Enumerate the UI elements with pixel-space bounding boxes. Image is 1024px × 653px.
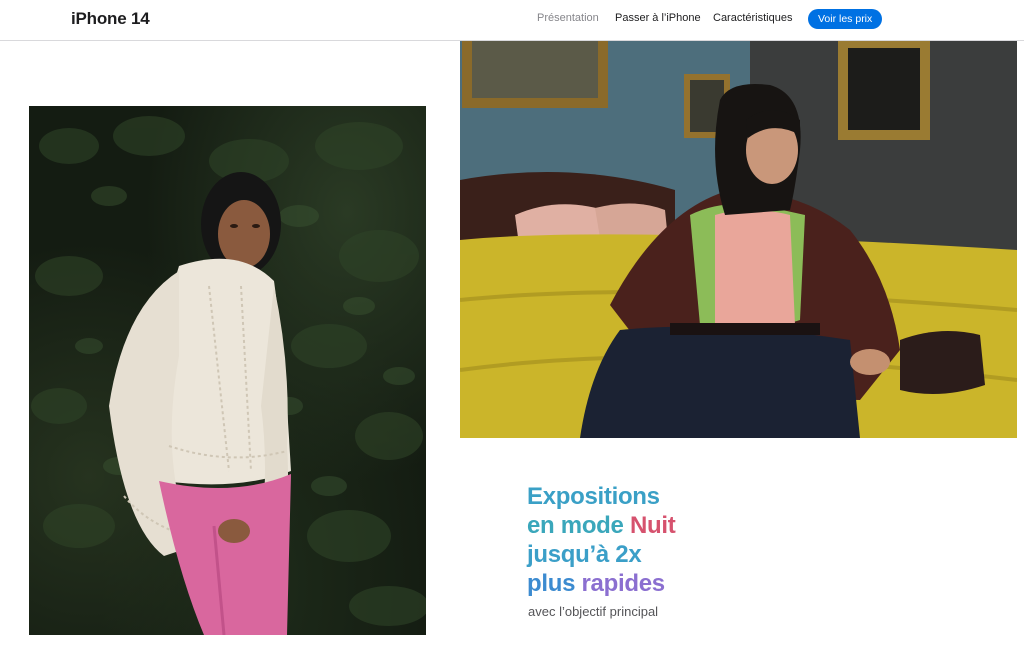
bedroom-portrait-illustration xyxy=(460,40,1017,438)
local-nav: iPhone 14 Présentation Passer à l’iPhone… xyxy=(0,0,1024,41)
headline-line-2: en mode Nuit xyxy=(527,511,676,540)
headline-line-3: jusqu’à 2x xyxy=(527,541,642,568)
headline-line-4-a: plus xyxy=(527,570,582,597)
nav-link-presentation[interactable]: Présentation xyxy=(537,12,599,24)
headline-line-1: Expositions xyxy=(527,483,660,510)
page: iPhone 14 Présentation Passer à l’iPhone… xyxy=(0,0,1024,653)
night-mode-headline: Expositions en mode Nuit jusqu’à 2x plus… xyxy=(527,482,676,598)
headline-line-2-b: Nuit xyxy=(629,512,676,539)
headline-line-4-b: rapides xyxy=(581,570,666,597)
headline-line-4: plus rapides xyxy=(527,569,675,598)
nav-link-specs[interactable]: Caractéristiques xyxy=(713,12,792,24)
night-portrait-photo xyxy=(29,106,426,635)
night-portrait-illustration xyxy=(31,116,426,635)
bedroom-portrait-photo xyxy=(460,40,1017,438)
buy-button[interactable]: Voir les prix xyxy=(808,9,883,29)
nav-link-switch-to-iphone[interactable]: Passer à l’iPhone xyxy=(615,12,701,24)
headline-line-2-a: en mode xyxy=(527,512,630,539)
headline-subhead: avec l’objectif principal xyxy=(528,604,659,619)
product-title-link[interactable]: iPhone 14 xyxy=(71,9,150,29)
